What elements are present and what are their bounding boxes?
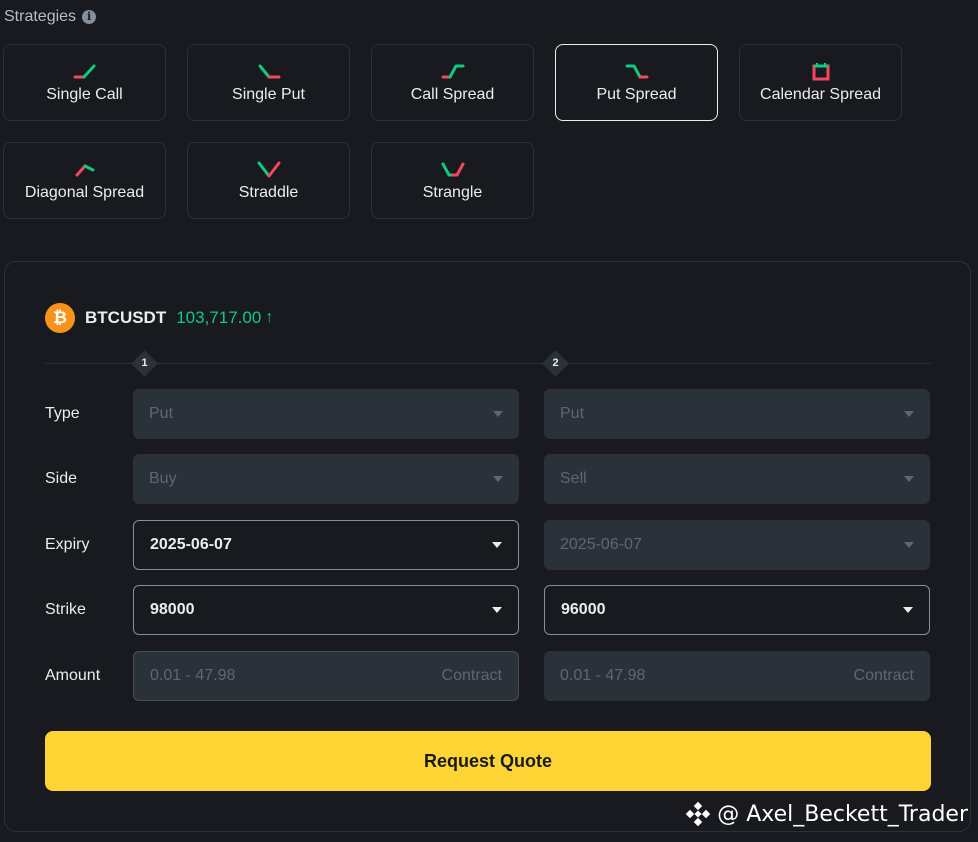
strategy-card-calendar-spread[interactable]: Calendar Spread	[739, 44, 902, 121]
strategy-card-straddle[interactable]: Straddle	[187, 142, 350, 219]
chevron-down-icon	[904, 476, 914, 482]
arrow-up-icon: ↑	[265, 309, 274, 326]
single-call-icon	[73, 64, 95, 78]
step-divider	[45, 363, 931, 364]
type-row: Type Put Put	[45, 389, 931, 439]
chevron-down-icon	[904, 542, 914, 548]
amount-label: Amount	[45, 667, 101, 684]
strategy-card-single-call[interactable]: Single Call	[3, 44, 166, 121]
watermark-text: @ Axel_Beckett_Trader	[717, 801, 968, 827]
chevron-down-icon	[493, 411, 503, 417]
strategy-grid: Single Call Single Put Call Spread Put S…	[3, 44, 903, 219]
put-spread-icon	[625, 64, 648, 78]
strategy-label: Calendar Spread	[760, 85, 881, 103]
strategy-card-strangle[interactable]: Strangle	[371, 142, 534, 219]
strategy-label: Single Call	[46, 85, 123, 103]
leg-1-badge: 1	[131, 350, 158, 377]
leg2-side-select[interactable]: Sell	[544, 454, 930, 504]
watermark: @ Axel_Beckett_Trader	[685, 801, 968, 827]
leg2-type-value: Put	[560, 405, 585, 422]
call-spread-icon	[441, 64, 464, 78]
strategy-card-call-spread[interactable]: Call Spread	[371, 44, 534, 121]
chevron-down-icon	[904, 411, 914, 417]
strategy-card-diagonal-spread[interactable]: Diagonal Spread	[3, 142, 166, 219]
strategy-label: Single Put	[232, 85, 305, 103]
leg1-amount-unit: Contract	[441, 667, 502, 684]
strategy-label: Call Spread	[410, 85, 495, 103]
leg2-expiry-value: 2025-06-07	[560, 536, 642, 553]
chevron-down-icon	[903, 607, 913, 613]
quote-panel: ₿ BTCUSDT 103,717.00 ↑ 1 2 Type Put Put …	[4, 261, 971, 832]
chevron-down-icon	[493, 476, 503, 482]
strategies-title: Strategies	[4, 8, 77, 25]
strategy-label: Diagonal Spread	[24, 183, 145, 201]
binance-logo-icon	[685, 801, 711, 827]
strike-row: Strike 98000 96000	[45, 585, 931, 635]
leg2-type-select[interactable]: Put	[544, 389, 930, 439]
info-icon[interactable]: i	[82, 10, 97, 24]
leg1-amount-input[interactable]: 0.01 - 47.98 Contract	[133, 651, 519, 701]
leg1-strike-select[interactable]: 98000	[133, 585, 519, 635]
strike-label: Strike	[45, 601, 86, 618]
strategies-header: Strategies i	[4, 8, 97, 26]
leg2-amount-placeholder: 0.01 - 47.98	[560, 667, 646, 684]
symbol-price: 103,717.00	[176, 308, 262, 327]
diagonal-spread-icon	[75, 164, 94, 176]
type-label: Type	[45, 405, 80, 422]
strangle-icon	[441, 162, 464, 176]
strategy-label: Straddle	[238, 183, 299, 201]
leg-2-badge: 2	[542, 350, 569, 377]
leg-steps: 1 2	[45, 350, 931, 377]
strategy-card-put-spread[interactable]: Put Spread	[555, 44, 718, 121]
strategy-card-single-put[interactable]: Single Put	[187, 44, 350, 121]
amount-row: Amount 0.01 - 47.98 Contract 0.01 - 47.9…	[45, 651, 931, 701]
leg1-type-select[interactable]: Put	[133, 389, 519, 439]
request-quote-button[interactable]: Request Quote	[45, 731, 931, 791]
leg2-expiry-select[interactable]: 2025-06-07	[544, 520, 930, 570]
leg1-side-value: Buy	[149, 470, 177, 487]
leg1-expiry-value: 2025-06-07	[150, 536, 232, 553]
leg2-amount-input[interactable]: 0.01 - 47.98 Contract	[544, 651, 930, 701]
leg2-strike-value: 96000	[561, 601, 606, 618]
leg1-type-value: Put	[149, 405, 174, 422]
leg2-side-value: Sell	[560, 470, 587, 487]
symbol-row: ₿ BTCUSDT 103,717.00 ↑	[45, 303, 273, 333]
chevron-down-icon	[492, 607, 502, 613]
strategy-label: Put Spread	[596, 85, 677, 103]
expiry-label: Expiry	[45, 536, 90, 553]
leg1-amount-placeholder: 0.01 - 47.98	[150, 667, 236, 684]
leg1-side-select[interactable]: Buy	[133, 454, 519, 504]
side-row: Side Buy Sell	[45, 454, 931, 504]
side-label: Side	[45, 470, 78, 487]
leg2-amount-unit: Contract	[853, 667, 914, 684]
leg2-strike-select[interactable]: 96000	[544, 585, 930, 635]
straddle-icon	[257, 161, 280, 177]
calendar-spread-icon	[812, 62, 829, 80]
chevron-down-icon	[492, 542, 502, 548]
btc-logo-icon: ₿	[45, 303, 75, 333]
single-put-icon	[258, 64, 280, 78]
leg1-strike-value: 98000	[150, 601, 195, 618]
symbol-name: BTCUSDT	[85, 308, 167, 327]
strategy-label: Strangle	[422, 183, 483, 201]
leg1-expiry-select[interactable]: 2025-06-07	[133, 520, 519, 570]
expiry-row: Expiry 2025-06-07 2025-06-07	[45, 520, 931, 570]
